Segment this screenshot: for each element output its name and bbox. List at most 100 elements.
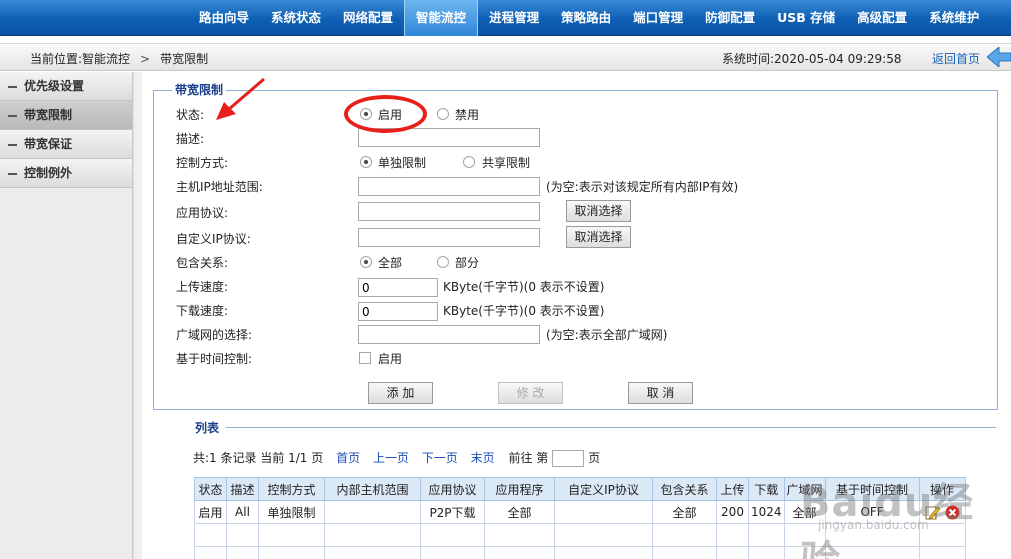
top-nav-item[interactable]: 高级配置 bbox=[846, 0, 918, 36]
pager-next-link[interactable]: 下一页 bbox=[422, 451, 458, 465]
inclusion-all-radio[interactable] bbox=[360, 256, 372, 268]
sidebar-dash-icon bbox=[8, 172, 17, 175]
app-protocol-input[interactable] bbox=[358, 202, 540, 221]
top-nav-item[interactable]: 系统状态 bbox=[260, 0, 332, 36]
sidebar-item[interactable]: 优先级设置 bbox=[0, 72, 132, 101]
pager-goto-prefix: 前往 第 bbox=[508, 451, 549, 465]
sidebar-dash-icon bbox=[8, 143, 17, 146]
table-cell bbox=[748, 523, 785, 547]
custom-ip-protocol-label: 自定义IP协议: bbox=[176, 232, 251, 246]
home-link[interactable]: 返回首页 bbox=[932, 50, 980, 67]
modify-button[interactable]: 修 改 bbox=[498, 382, 563, 404]
app-protocol-clear-button[interactable]: 取消选择 bbox=[566, 200, 631, 222]
sidebar-item[interactable]: 带宽保证 bbox=[0, 130, 132, 159]
list-divider bbox=[226, 427, 996, 428]
table-cell bbox=[226, 523, 259, 547]
top-nav-item[interactable]: 网络配置 bbox=[332, 0, 404, 36]
custom-ip-protocol-clear-button[interactable]: 取消选择 bbox=[566, 226, 631, 248]
bandwidth-limit-form bbox=[153, 90, 998, 410]
wan-select-label: 广域网的选择: bbox=[176, 328, 253, 342]
download-speed-input[interactable] bbox=[358, 302, 438, 321]
annotation-arrow-icon bbox=[216, 77, 265, 120]
status-off-label: 禁用 bbox=[455, 108, 480, 122]
sidebar-scrollbar[interactable] bbox=[133, 72, 142, 559]
add-button[interactable]: 添 加 bbox=[368, 382, 433, 404]
table-cell: 1024 bbox=[748, 500, 785, 524]
pager-prev-link[interactable]: 上一页 bbox=[373, 451, 409, 465]
table-cell bbox=[484, 523, 555, 547]
table-cell bbox=[420, 546, 485, 559]
time-control-label: 基于时间控制: bbox=[176, 352, 253, 366]
table-cell bbox=[484, 546, 555, 559]
table-header-cell: 应用协议 bbox=[420, 477, 485, 501]
table-header-cell: 描述 bbox=[226, 477, 259, 501]
table-cell bbox=[194, 523, 227, 547]
sidebar: 优先级设置 带宽限制带宽保证控制例外 bbox=[0, 72, 133, 559]
pager-goto-suffix: 页 bbox=[588, 451, 601, 465]
sidebar-item[interactable]: 带宽限制 bbox=[0, 101, 132, 130]
inclusion-partial-radio[interactable] bbox=[437, 256, 449, 268]
top-nav-item[interactable]: 进程管理 bbox=[478, 0, 550, 36]
table-cell bbox=[324, 523, 421, 547]
table-cell: 单独限制 bbox=[258, 500, 325, 524]
pager-summary: 共:1 条记录 当前 1/1 页 bbox=[193, 451, 324, 465]
back-arrow-icon[interactable] bbox=[987, 47, 1011, 67]
time-control-checkbox[interactable] bbox=[359, 352, 371, 364]
sidebar-item[interactable]: 控制例外 bbox=[0, 159, 132, 188]
upload-speed-input[interactable] bbox=[358, 278, 438, 297]
app-protocol-label: 应用协议: bbox=[176, 206, 229, 220]
table-cell bbox=[652, 546, 717, 559]
table-cell bbox=[554, 500, 653, 524]
pager-last-link[interactable]: 末页 bbox=[471, 451, 495, 465]
table-cell bbox=[258, 546, 325, 559]
table-cell bbox=[716, 523, 749, 547]
host-ip-input[interactable] bbox=[358, 177, 540, 196]
cancel-button[interactable]: 取 消 bbox=[628, 382, 693, 404]
description-label: 描述: bbox=[176, 132, 205, 146]
top-nav-item[interactable]: 系统维护 bbox=[918, 0, 990, 36]
top-nav-item[interactable]: 路由向导 bbox=[188, 0, 260, 36]
control-mode-shared-label: 共享限制 bbox=[482, 156, 531, 170]
table-header-cell: 控制方式 bbox=[258, 477, 325, 501]
table-cell bbox=[324, 500, 421, 524]
status-off-radio[interactable] bbox=[437, 108, 449, 120]
sidebar-dash-icon bbox=[8, 114, 17, 117]
control-mode-single-radio[interactable] bbox=[360, 156, 372, 168]
table-cell bbox=[420, 523, 485, 547]
table-cell: 全部 bbox=[652, 500, 717, 524]
pager-page-input[interactable] bbox=[552, 450, 585, 467]
breadcrumb-current: 带宽限制 bbox=[160, 52, 209, 66]
top-nav-item[interactable]: 智能流控 bbox=[404, 0, 479, 36]
watermark-sub: jingyan.baidu.com bbox=[818, 518, 929, 532]
table-header-cell: 包含关系 bbox=[652, 477, 717, 501]
control-mode-single-label: 单独限制 bbox=[378, 156, 427, 170]
control-mode-shared-radio[interactable] bbox=[463, 156, 475, 168]
custom-ip-protocol-input[interactable] bbox=[358, 228, 540, 247]
table-cell bbox=[748, 546, 785, 559]
watermark-text: Baidu经验 bbox=[800, 480, 975, 559]
upload-speed-label: 上传速度: bbox=[176, 280, 229, 294]
table-cell: 启用 bbox=[194, 500, 227, 524]
top-nav-item[interactable]: 防御配置 bbox=[694, 0, 766, 36]
table-header-cell: 状态 bbox=[194, 477, 227, 501]
top-nav-item[interactable]: 策略路由 bbox=[550, 0, 622, 36]
host-ip-hint: (为空:表示对该规定所有内部IP有效) bbox=[546, 180, 739, 194]
table-cell bbox=[652, 523, 717, 547]
table-header-cell: 应用程序 bbox=[484, 477, 555, 501]
top-nav-item[interactable]: 端口管理 bbox=[622, 0, 694, 36]
list-legend: 列表 bbox=[195, 421, 220, 435]
top-nav: 路由向导 系统状态 网络配置 智能流控 进程管理 策略路由 端口管理 防御配置 USB 存储 高级… bbox=[188, 0, 990, 36]
table-cell: P2P下载 bbox=[420, 500, 485, 524]
sidebar-item-label: 带宽保证 bbox=[24, 137, 73, 151]
breadcrumb-prefix: 当前位置:智能流控 bbox=[30, 52, 131, 66]
host-ip-label: 主机IP地址范围: bbox=[176, 180, 263, 194]
pager-first-link[interactable]: 首页 bbox=[336, 451, 360, 465]
table-cell bbox=[194, 546, 227, 559]
wan-select-input[interactable] bbox=[358, 325, 540, 344]
table-cell bbox=[226, 546, 259, 559]
top-nav-item[interactable]: USB 存储 bbox=[766, 0, 846, 36]
upload-speed-hint: KByte(千字节)(0 表示不设置) bbox=[443, 280, 605, 294]
inclusion-all-label: 全部 bbox=[378, 256, 403, 270]
wan-select-hint: (为空:表示全部广域网) bbox=[546, 328, 668, 342]
breadcrumb: 当前位置:智能流控 > 带宽限制 bbox=[30, 50, 208, 67]
